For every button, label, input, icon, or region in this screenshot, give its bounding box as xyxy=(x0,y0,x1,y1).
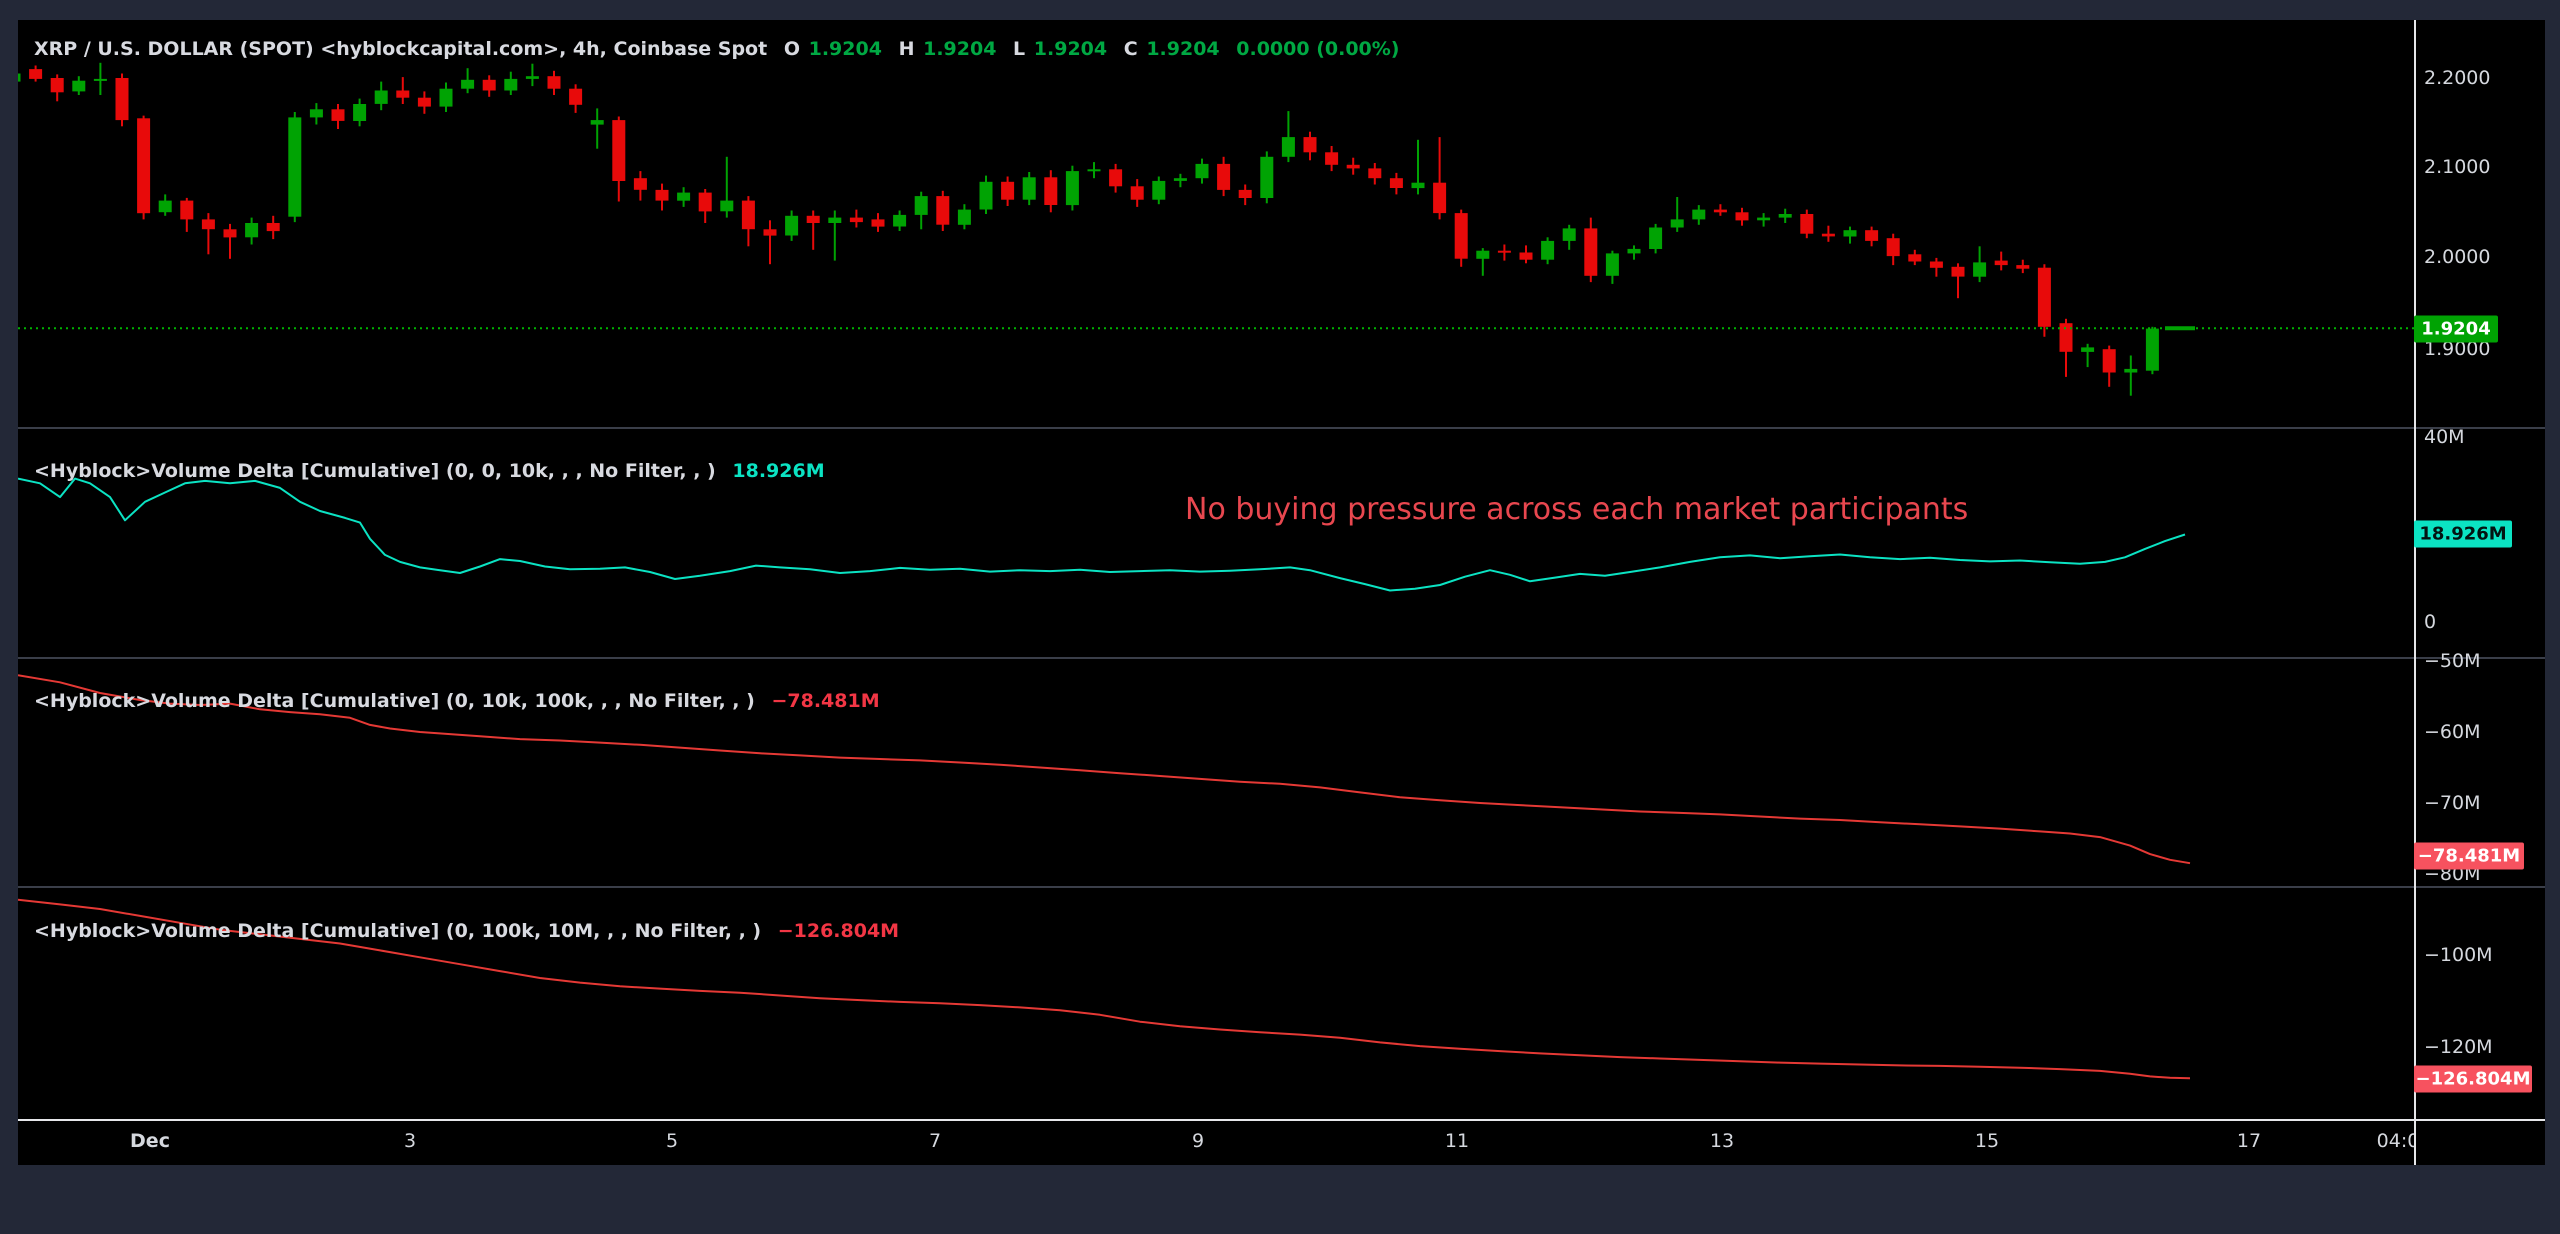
indicator-legend-vd-10m[interactable]: <Hyblock>Volume Delta [Cumulative] (0, 1… xyxy=(34,920,909,942)
change-value: 0.0000 (0.00%) xyxy=(1236,38,1399,60)
time-axis-label: 15 xyxy=(1975,1130,1999,1152)
indicator-value: 18.926M xyxy=(732,460,824,482)
price-axis-label: −50M xyxy=(2424,650,2481,672)
price-axis-label: 0 xyxy=(2424,611,2436,633)
high-label: H xyxy=(899,38,915,60)
low-value: 1.9204 xyxy=(1034,38,1107,60)
price-axis-label: −70M xyxy=(2424,792,2481,814)
indicator-legend-vd-10k[interactable]: <Hyblock>Volume Delta [Cumulative] (0, 0… xyxy=(34,460,835,482)
indicator-value: −126.804M xyxy=(778,920,899,942)
panel-separator[interactable] xyxy=(18,886,2545,888)
time-axis-label: Dec xyxy=(130,1130,170,1152)
indicator-value-badge-teal: 18.926M xyxy=(2414,521,2512,548)
indicator-value-badge-red-1: −78.481M xyxy=(2414,843,2524,870)
low-label: L xyxy=(1013,38,1025,60)
indicator-legend-vd-100k[interactable]: <Hyblock>Volume Delta [Cumulative] (0, 1… xyxy=(34,690,890,712)
annotation-text[interactable]: No buying pressure across each market pa… xyxy=(1185,492,1968,527)
time-axis-label: 13 xyxy=(1710,1130,1734,1152)
bottom-toolbar: TradingView xyxy=(0,1165,2560,1234)
time-axis-label: 04:0 xyxy=(2377,1130,2414,1152)
open-label: O xyxy=(784,38,800,60)
close-label: C xyxy=(1124,38,1138,60)
indicator-value-badge-red-2: −126.804M xyxy=(2414,1066,2532,1093)
close-value: 1.9204 xyxy=(1146,38,1219,60)
symbol-legend[interactable]: XRP / U.S. DOLLAR (SPOT) <hyblockcapital… xyxy=(34,38,1409,60)
time-axis-label: 9 xyxy=(1192,1130,1204,1152)
time-axis-label: 5 xyxy=(666,1130,678,1152)
price-axis-label: −120M xyxy=(2424,1036,2493,1058)
price-axis-label: 40M xyxy=(2424,426,2465,448)
price-axis-label: −100M xyxy=(2424,944,2493,966)
time-axis[interactable]: Dec 3 5 7 9 11 13 15 17 04:0 xyxy=(18,1121,2414,1165)
price-axis-label: 2.0000 xyxy=(2424,246,2490,268)
price-axis-label: −60M xyxy=(2424,721,2481,743)
indicator-title[interactable]: <Hyblock>Volume Delta [Cumulative] (0, 0… xyxy=(34,460,716,482)
tradingview-chart-window: XRP / U.S. DOLLAR (SPOT) <hyblockcapital… xyxy=(0,0,2560,1234)
last-price-badge: 1.9204 xyxy=(2414,316,2498,343)
time-axis-label: 17 xyxy=(2237,1130,2261,1152)
indicator-title[interactable]: <Hyblock>Volume Delta [Cumulative] (0, 1… xyxy=(34,690,755,712)
panel-separator[interactable] xyxy=(18,427,2545,429)
price-axis-border xyxy=(2414,20,2416,1165)
time-axis-label: 3 xyxy=(404,1130,416,1152)
indicator-value: −78.481M xyxy=(771,690,879,712)
chart-plot-surface[interactable] xyxy=(0,0,2560,1234)
time-axis-label: 7 xyxy=(929,1130,941,1152)
high-value: 1.9204 xyxy=(923,38,996,60)
time-axis-label: 11 xyxy=(1445,1130,1469,1152)
open-value: 1.9204 xyxy=(809,38,882,60)
price-axis-label: 2.1000 xyxy=(2424,156,2490,178)
panel-separator[interactable] xyxy=(18,657,2545,659)
indicator-title[interactable]: <Hyblock>Volume Delta [Cumulative] (0, 1… xyxy=(34,920,761,942)
price-axis-label: 2.2000 xyxy=(2424,67,2490,89)
symbol-title[interactable]: XRP / U.S. DOLLAR (SPOT) <hyblockcapital… xyxy=(34,38,767,60)
